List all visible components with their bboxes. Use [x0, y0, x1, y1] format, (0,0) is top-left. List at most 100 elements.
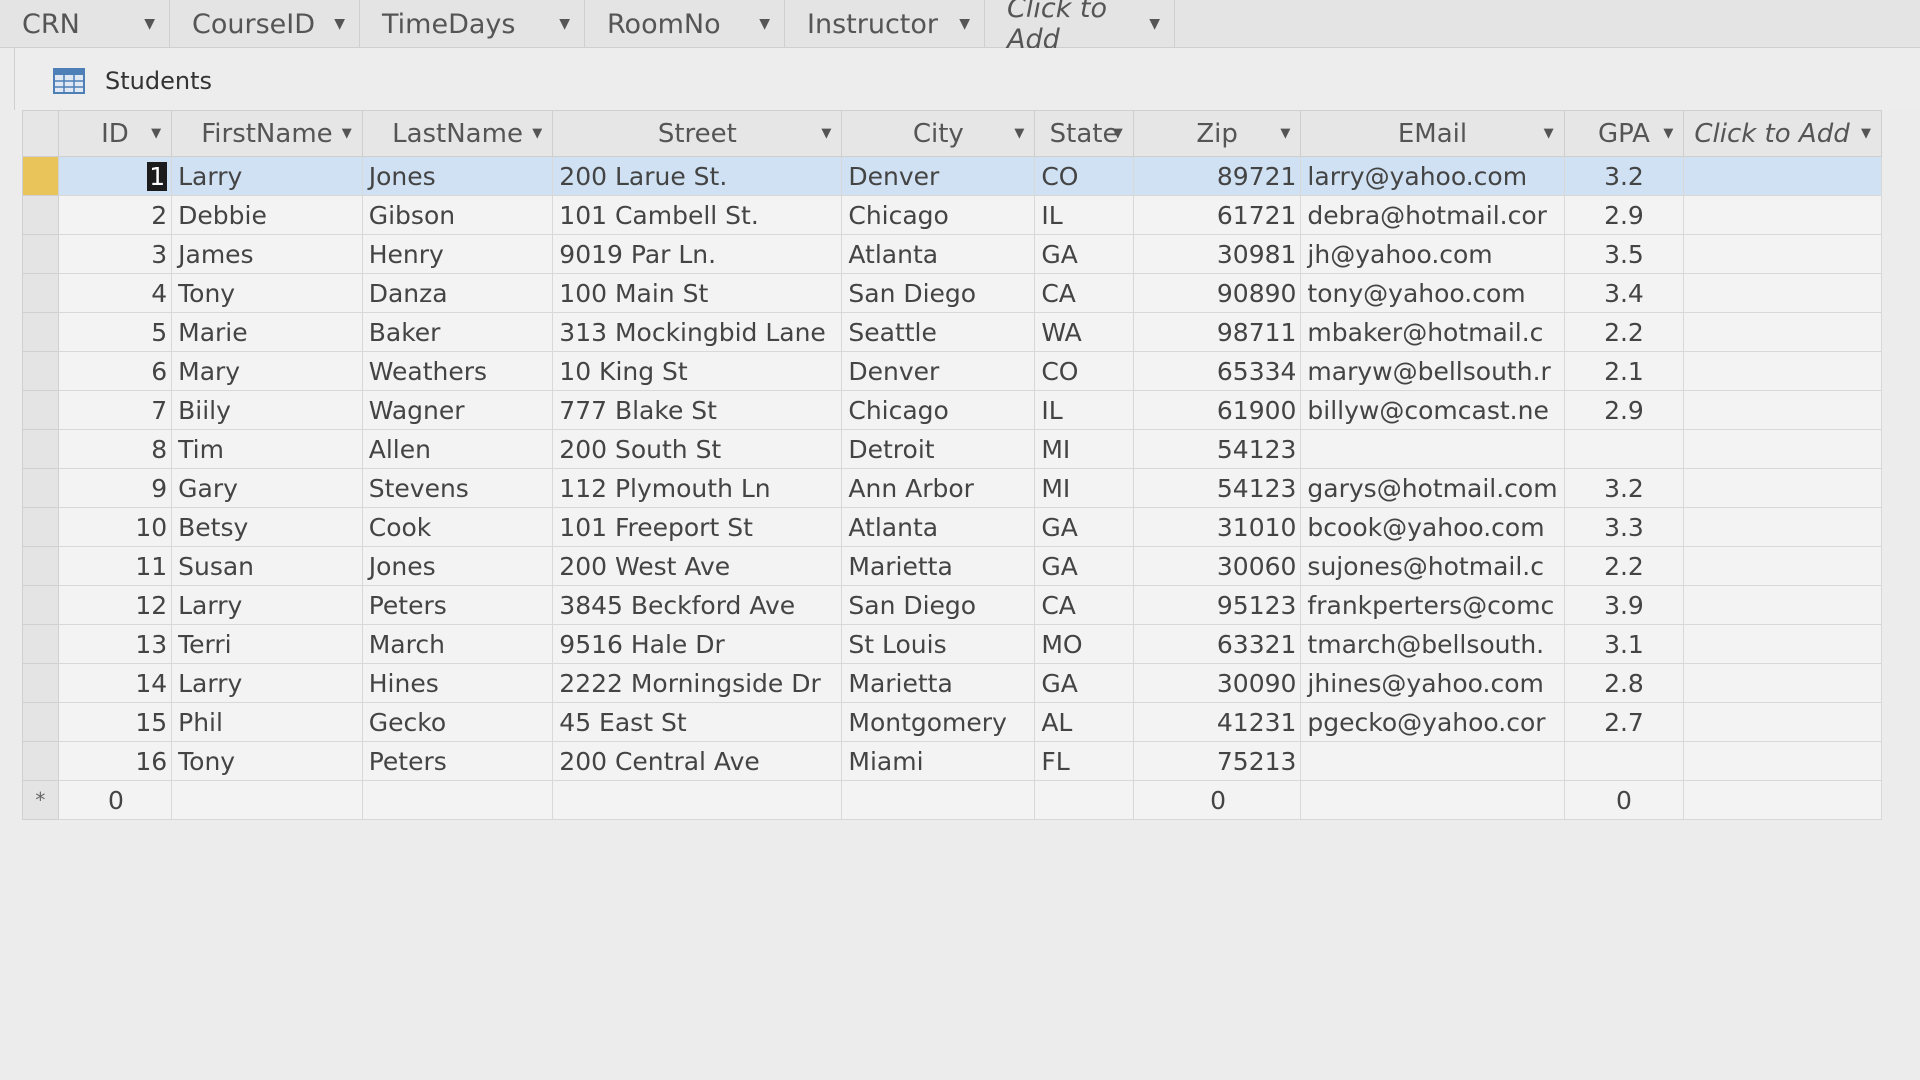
cell-city[interactable]: San Diego	[841, 273, 1036, 313]
cell-first[interactable]: Gary	[171, 468, 363, 508]
chevron-down-icon[interactable]: ▼	[342, 126, 352, 141]
cell-gpa[interactable]: 2.2	[1563, 312, 1685, 352]
cell-first[interactable]: Betsy	[171, 507, 363, 547]
table-row[interactable]: 12 Larry Peters 3845 Beckford Ave San Diego C…	[22, 585, 1882, 625]
cell-id[interactable]: 16	[57, 741, 173, 781]
table-row[interactable]: 8 Tim Allen 200 South St Detroit MI 54123	[22, 429, 1882, 469]
cell-email[interactable]: jhines@yahoo.com	[1300, 663, 1565, 703]
new-cell-city[interactable]	[841, 780, 1036, 820]
chevron-down-icon[interactable]: ▼	[1663, 126, 1673, 141]
cell-id[interactable]: 4	[57, 273, 173, 313]
new-cell-id[interactable]: 0	[57, 780, 173, 820]
cell-gpa[interactable]: 3.1	[1563, 624, 1685, 664]
table-row[interactable]: 16 Tony Peters 200 Central Ave Miami FL 75213	[22, 741, 1882, 781]
cell-state[interactable]: IL	[1034, 390, 1134, 430]
chevron-down-icon[interactable]: ▼	[334, 16, 345, 32]
cell-state[interactable]: CA	[1034, 585, 1134, 625]
cell-last[interactable]: Allen	[361, 429, 554, 469]
cell-gpa[interactable]: 3.5	[1563, 234, 1685, 274]
cell-city[interactable]: Montgomery	[841, 702, 1036, 742]
cell-zip[interactable]: 30981	[1132, 234, 1302, 274]
cell-id[interactable]: 12	[57, 585, 173, 625]
cell-city[interactable]: Ann Arbor	[841, 468, 1036, 508]
cell-id[interactable]: 1	[57, 156, 173, 196]
cell-zip[interactable]: 61900	[1132, 390, 1302, 430]
cell-id[interactable]: 14	[57, 663, 173, 703]
cell-zip[interactable]: 31010	[1132, 507, 1302, 547]
cell-id[interactable]: 9	[57, 468, 173, 508]
cell-click-to-add[interactable]	[1683, 585, 1882, 625]
cell-street[interactable]: 9019 Par Ln.	[552, 234, 843, 274]
cell-last[interactable]: Stevens	[361, 468, 554, 508]
cell-last[interactable]: Cook	[361, 507, 554, 547]
cell-gpa[interactable]: 3.4	[1563, 273, 1685, 313]
record-selector[interactable]	[22, 702, 59, 742]
cell-last[interactable]: Danza	[361, 273, 554, 313]
cell-city[interactable]: St Louis	[841, 624, 1036, 664]
col-header-id[interactable]: ID ▼	[57, 110, 173, 157]
cell-click-to-add[interactable]	[1683, 351, 1882, 391]
cell-street[interactable]: 3845 Beckford Ave	[552, 585, 843, 625]
col-header-click-to-add[interactable]: Click to Add ▼	[1683, 110, 1882, 157]
cell-city[interactable]: Denver	[841, 351, 1036, 391]
cell-email[interactable]	[1300, 741, 1565, 781]
table-row[interactable]: 6 Mary Weathers 10 King St Denver CO 65334 mary…	[22, 351, 1882, 391]
cell-first[interactable]: Debbie	[171, 195, 363, 235]
cell-state[interactable]: GA	[1034, 663, 1134, 703]
cell-id[interactable]: 6	[57, 351, 173, 391]
cell-zip[interactable]: 63321	[1132, 624, 1302, 664]
cell-state[interactable]: CO	[1034, 156, 1134, 196]
cell-zip[interactable]: 90890	[1132, 273, 1302, 313]
cell-first[interactable]: Phil	[171, 702, 363, 742]
select-all-corner[interactable]	[22, 110, 59, 157]
table-row[interactable]: 15 Phil Gecko 45 East St Montgomery AL 41231 pg…	[22, 702, 1882, 742]
record-selector[interactable]	[22, 741, 59, 781]
col-header-state[interactable]: State ▼	[1034, 110, 1134, 157]
table-row[interactable]: 14 Larry Hines 2222 Morningside Dr Marietta G…	[22, 663, 1882, 703]
cell-id[interactable]: 11	[57, 546, 173, 586]
table-row[interactable]: 4 Tony Danza 100 Main St San Diego CA 90890 ton…	[22, 273, 1882, 313]
cell-last[interactable]: Jones	[361, 546, 554, 586]
table-row[interactable]: 1 Larry Jones 200 Larue St. Denver CO 89721 lar…	[22, 156, 1882, 196]
cell-last[interactable]: Peters	[361, 585, 554, 625]
cell-state[interactable]: CA	[1034, 273, 1134, 313]
cell-zip[interactable]: 89721	[1132, 156, 1302, 196]
cell-gpa[interactable]: 2.2	[1563, 546, 1685, 586]
record-selector[interactable]	[22, 351, 59, 391]
cell-click-to-add[interactable]	[1683, 429, 1882, 469]
cell-first[interactable]: Marie	[171, 312, 363, 352]
chevron-down-icon[interactable]: ▼	[1861, 126, 1871, 141]
new-cell-add[interactable]	[1683, 780, 1882, 820]
cell-first[interactable]: Terri	[171, 624, 363, 664]
cell-zip[interactable]: 95123	[1132, 585, 1302, 625]
cell-email[interactable]: jh@yahoo.com	[1300, 234, 1565, 274]
chevron-down-icon[interactable]: ▼	[1149, 16, 1160, 32]
cell-state[interactable]: MI	[1034, 429, 1134, 469]
tab-students[interactable]: Students	[29, 58, 224, 104]
cell-street[interactable]: 101 Freeport St	[552, 507, 843, 547]
cell-click-to-add[interactable]	[1683, 507, 1882, 547]
cell-street[interactable]: 101 Cambell St.	[552, 195, 843, 235]
cell-last[interactable]: Jones	[361, 156, 554, 196]
cell-state[interactable]: CO	[1034, 351, 1134, 391]
chevron-down-icon[interactable]: ▼	[559, 16, 570, 32]
cell-gpa[interactable]: 2.7	[1563, 702, 1685, 742]
cell-id[interactable]: 15	[57, 702, 173, 742]
col-header-email[interactable]: EMail ▼	[1300, 110, 1565, 157]
cell-click-to-add[interactable]	[1683, 195, 1882, 235]
col-header-gpa[interactable]: GPA ▼	[1563, 110, 1685, 157]
bg-col-instructor[interactable]: Instructor ▼	[785, 0, 985, 48]
new-cell-gpa[interactable]: 0	[1563, 780, 1685, 820]
new-cell-state[interactable]	[1034, 780, 1134, 820]
cell-street[interactable]: 112 Plymouth Ln	[552, 468, 843, 508]
cell-first[interactable]: Larry	[171, 585, 363, 625]
cell-zip[interactable]: 61721	[1132, 195, 1302, 235]
cell-last[interactable]: Hines	[361, 663, 554, 703]
col-header-street[interactable]: Street ▼	[552, 110, 843, 157]
cell-street[interactable]: 313 Mockingbid Lane	[552, 312, 843, 352]
cell-click-to-add[interactable]	[1683, 156, 1882, 196]
cell-zip[interactable]: 54123	[1132, 429, 1302, 469]
cell-zip[interactable]: 30090	[1132, 663, 1302, 703]
bg-col-crn[interactable]: CRN ▼	[0, 0, 170, 48]
bg-col-roomno[interactable]: RoomNo ▼	[585, 0, 785, 48]
